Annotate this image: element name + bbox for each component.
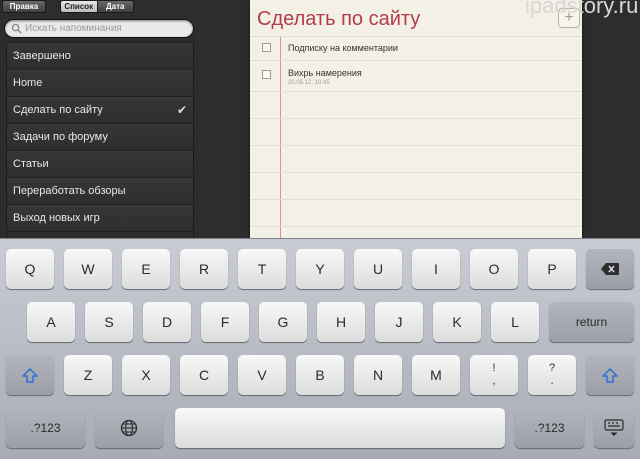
key-i[interactable]: I (412, 249, 460, 289)
key-v[interactable]: V (238, 355, 286, 395)
key-e[interactable]: E (122, 249, 170, 289)
list-item-new-games[interactable]: Выход новых игр (7, 205, 193, 232)
key-d[interactable]: D (143, 302, 191, 342)
key-y[interactable]: Y (296, 249, 344, 289)
reminders-sidebar: Правка Список Дата Искать напоминания За… (0, 0, 200, 240)
key-s[interactable]: S (85, 302, 133, 342)
list-item-label: Выход новых игр (13, 212, 100, 224)
key-j[interactable]: J (375, 302, 423, 342)
key-h[interactable]: H (317, 302, 365, 342)
hide-keyboard-key[interactable] (594, 408, 634, 448)
key-l[interactable]: L (491, 302, 539, 342)
list-item-completed[interactable]: Завершено (7, 43, 193, 70)
key-symbol-top: ? (548, 362, 556, 374)
key-symbol-bottom: . (550, 375, 554, 387)
key-exclaim-comma[interactable]: ! , (470, 355, 518, 395)
key-k[interactable]: K (433, 302, 481, 342)
segment-date[interactable]: Дата (96, 1, 133, 12)
key-x[interactable]: X (122, 355, 170, 395)
return-key[interactable]: return (549, 302, 634, 342)
watermark: ipadstory.ru (525, 0, 639, 18)
key-o[interactable]: O (470, 249, 518, 289)
paper-line (250, 226, 582, 227)
key-a[interactable]: A (27, 302, 75, 342)
list-item-label: Статьи (13, 158, 49, 170)
numbers-key-left[interactable]: .?123 (6, 408, 85, 448)
list-item-home[interactable]: Home (7, 70, 193, 97)
list-item-articles[interactable]: Статьи (7, 151, 193, 178)
key-f[interactable]: F (201, 302, 249, 342)
list-item-label: Переработать обзоры (13, 185, 126, 197)
task-text[interactable]: Подписку на комментарии (288, 43, 398, 53)
task-checkbox[interactable] (262, 43, 271, 52)
paper-line (250, 36, 582, 37)
key-q[interactable]: Q (6, 249, 54, 289)
paper-margin-line (280, 36, 281, 238)
list-item-forum-tasks[interactable]: Задачи по форуму (7, 124, 193, 151)
checkmark-icon: ✔ (176, 103, 187, 117)
backspace-key[interactable] (586, 249, 634, 289)
hide-keyboard-icon (604, 419, 624, 436)
list-item-label: Задачи по форуму (13, 131, 108, 143)
task-date: 20.05.12, 10:45 (288, 80, 330, 86)
list-item-label: Сделать по сайту (13, 104, 103, 116)
reminder-list-paper: Сделать по сайту + Подписку на комментар… (250, 0, 582, 238)
paper-line (250, 199, 582, 200)
search-icon (11, 23, 22, 34)
paper-line (250, 172, 582, 173)
list-item-label: Завершено (13, 50, 71, 62)
shift-icon (602, 368, 618, 383)
numbers-key-right[interactable]: .?123 (515, 408, 584, 448)
paper-line (250, 60, 582, 61)
task-checkbox[interactable] (262, 70, 271, 79)
key-m[interactable]: M (412, 355, 460, 395)
key-r[interactable]: R (180, 249, 228, 289)
shift-left-key[interactable] (6, 355, 54, 395)
list-title: Сделать по сайту (257, 8, 421, 30)
edit-button[interactable]: Правка (2, 0, 46, 13)
key-symbol-top: ! (492, 362, 496, 374)
key-u[interactable]: U (354, 249, 402, 289)
key-question-period[interactable]: ? . (528, 355, 576, 395)
key-z[interactable]: Z (64, 355, 112, 395)
list-item-site-tasks[interactable]: Сделать по сайту ✔ (7, 97, 193, 124)
key-b[interactable]: B (296, 355, 344, 395)
segment-list[interactable]: Список (61, 1, 97, 12)
key-n[interactable]: N (354, 355, 402, 395)
list-item-label: Home (13, 77, 43, 89)
search-input[interactable]: Искать напоминания (4, 19, 194, 38)
key-g[interactable]: G (259, 302, 307, 342)
space-key[interactable] (175, 408, 505, 448)
key-t[interactable]: T (238, 249, 286, 289)
key-c[interactable]: C (180, 355, 228, 395)
shift-right-key[interactable] (586, 355, 634, 395)
onscreen-keyboard: Q W E R T Y U I O P A S D F G H J K L re… (0, 238, 640, 459)
view-segmented-control: Список Дата (60, 0, 134, 13)
globe-key[interactable] (95, 408, 163, 448)
backspace-icon (601, 263, 619, 275)
paper-line (250, 145, 582, 146)
shift-icon (22, 368, 38, 383)
key-w[interactable]: W (64, 249, 112, 289)
key-p[interactable]: P (528, 249, 576, 289)
paper-line (250, 118, 582, 119)
search-placeholder: Искать напоминания (25, 23, 122, 34)
task-text[interactable]: Вихрь намерения (288, 68, 362, 78)
paper-line (250, 91, 582, 92)
reminder-lists: Завершено Home Сделать по сайту ✔ Задачи … (6, 42, 194, 240)
sidebar-toolbar: Правка Список Дата (0, 0, 200, 14)
key-symbol-bottom: , (492, 375, 496, 387)
globe-icon (120, 419, 138, 437)
list-item-reviews[interactable]: Переработать обзоры (7, 178, 193, 205)
